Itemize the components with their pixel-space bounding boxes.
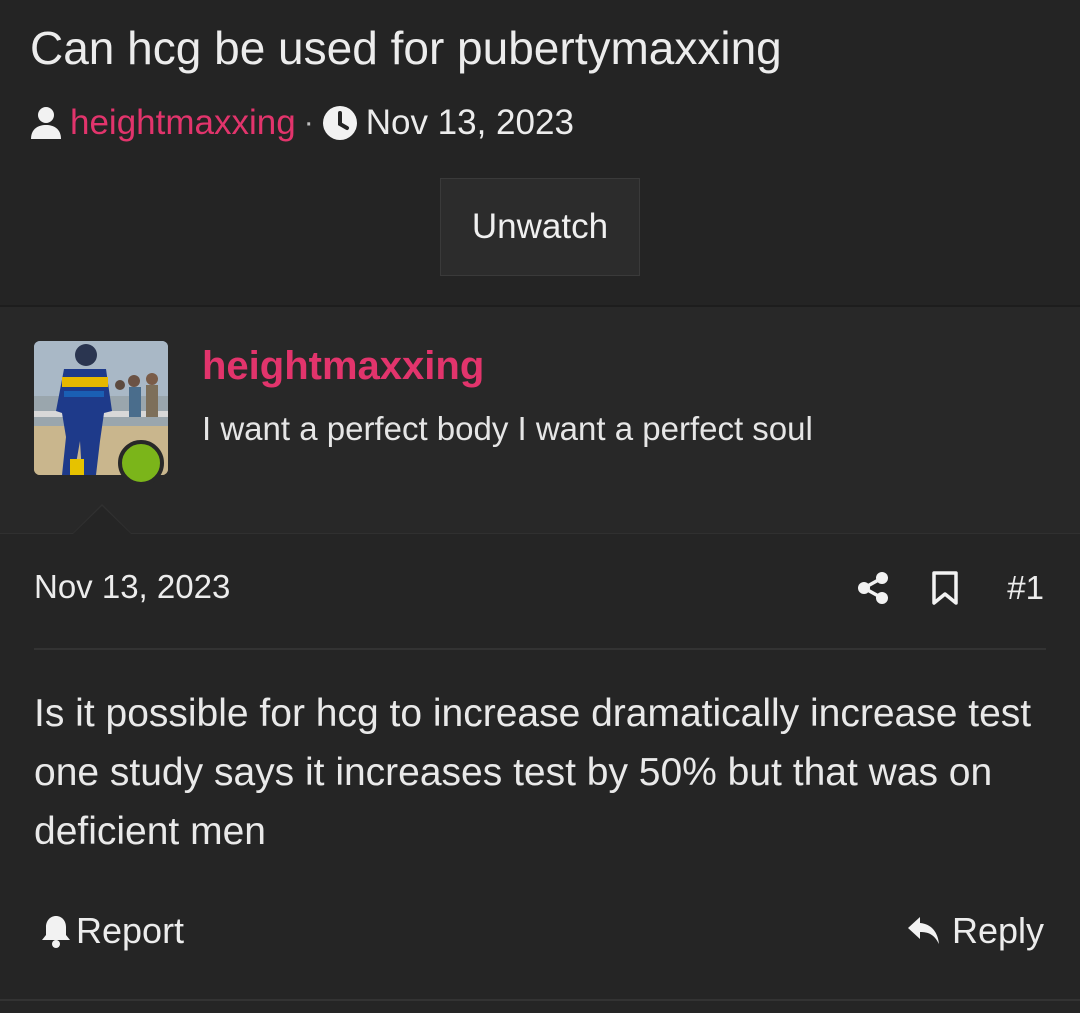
meta-separator: · <box>303 106 314 139</box>
reply-label: Reply <box>951 910 1044 951</box>
bell-icon <box>40 914 72 948</box>
report-label: Report <box>76 910 185 951</box>
reply-icon <box>906 915 942 947</box>
online-status-indicator <box>118 440 164 486</box>
post-divider <box>34 648 1046 650</box>
report-button[interactable]: Report <box>40 905 184 957</box>
post-date-link[interactable]: Nov 13, 2023 <box>34 568 230 606</box>
user-icon <box>28 105 64 141</box>
post-number-link[interactable]: #1 <box>1007 569 1044 607</box>
post-bottom-divider <box>0 999 1080 1001</box>
unwatch-button[interactable]: Unwatch <box>440 178 640 276</box>
post-username-link[interactable]: heightmaxxing <box>202 344 484 389</box>
thread-date-link[interactable]: Nov 13, 2023 <box>366 103 574 143</box>
clock-icon <box>322 105 358 141</box>
user-title: I want a perfect body I want a perfect s… <box>202 410 813 447</box>
thread-title: Can hcg be used for pubertymaxxing <box>30 22 782 74</box>
thread-meta: heightmaxxing · Nov 13, 2023 <box>28 100 574 146</box>
post-actions: #1 <box>851 566 1044 610</box>
post-body: Is it possible for hcg to increase drama… <box>34 692 1032 853</box>
reply-button[interactable]: Reply <box>906 905 1044 957</box>
bookmark-icon[interactable] <box>923 566 967 610</box>
thread-author-link[interactable]: heightmaxxing <box>70 103 296 143</box>
thread-header: Can hcg be used for pubertymaxxing heigh… <box>0 0 1080 307</box>
message-arrow-inner <box>73 506 131 534</box>
share-icon[interactable] <box>851 566 895 610</box>
post-footer: Report Reply <box>0 905 1080 957</box>
